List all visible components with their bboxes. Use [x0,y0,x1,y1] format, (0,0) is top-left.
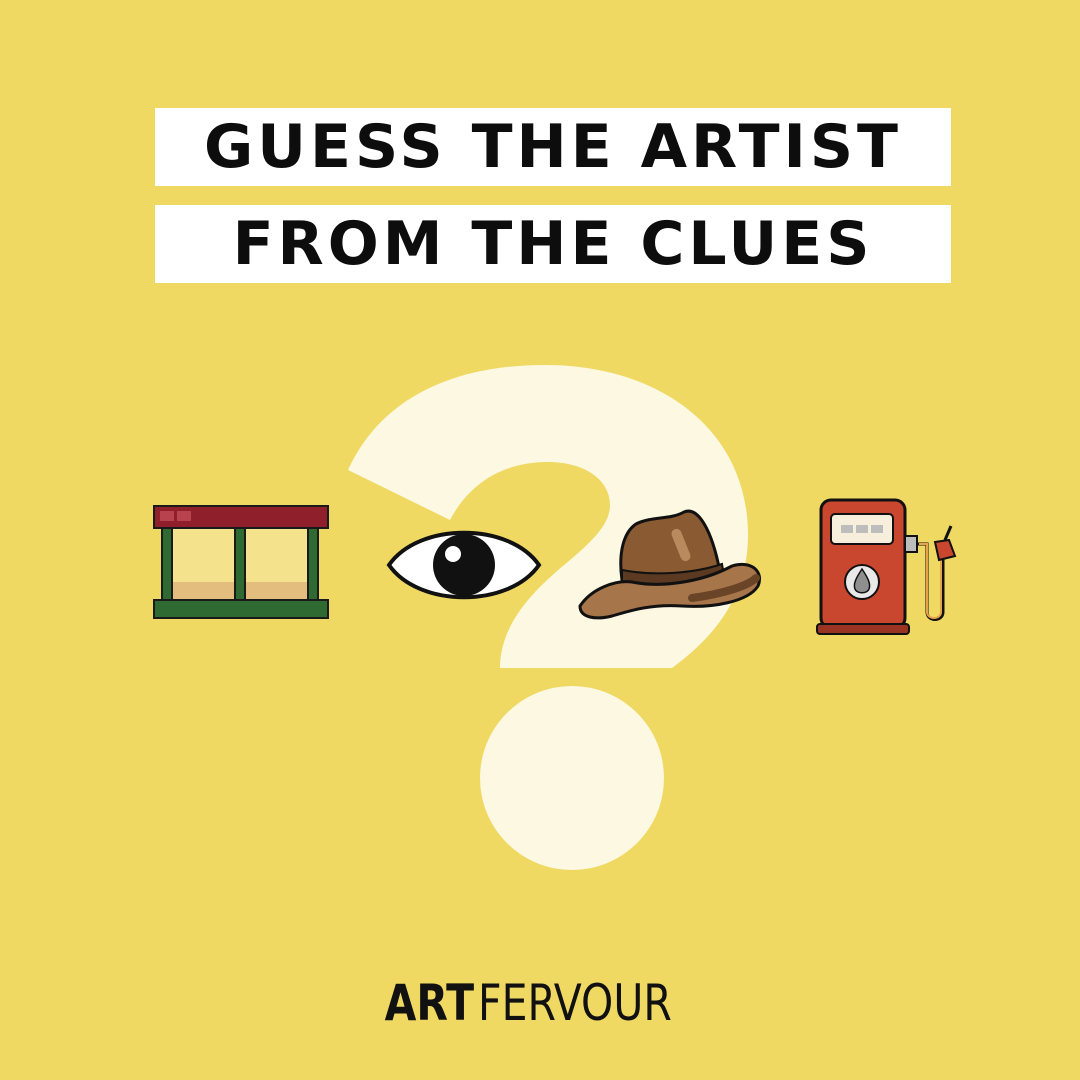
brand-light: FERVOUR [478,974,673,1032]
title-line-1: GUESS THE ARTIST [204,112,902,182]
eye-icon [385,518,543,612]
storefront-icon [150,500,332,626]
brand-logo: ARTFERVOUR [0,978,1080,1028]
brand-bold: ART [384,974,475,1032]
title-line-1-band: GUESS THE ARTIST [155,108,951,186]
title-line-2: FROM THE CLUES [232,209,874,279]
title-line-2-band: FROM THE CLUES [155,205,951,283]
quiz-card: GUESS THE ARTIST FROM THE CLUES ARTFERVO… [0,0,1080,1080]
cowboy-hat-icon [572,502,768,624]
fuel-pump-icon [815,496,975,638]
